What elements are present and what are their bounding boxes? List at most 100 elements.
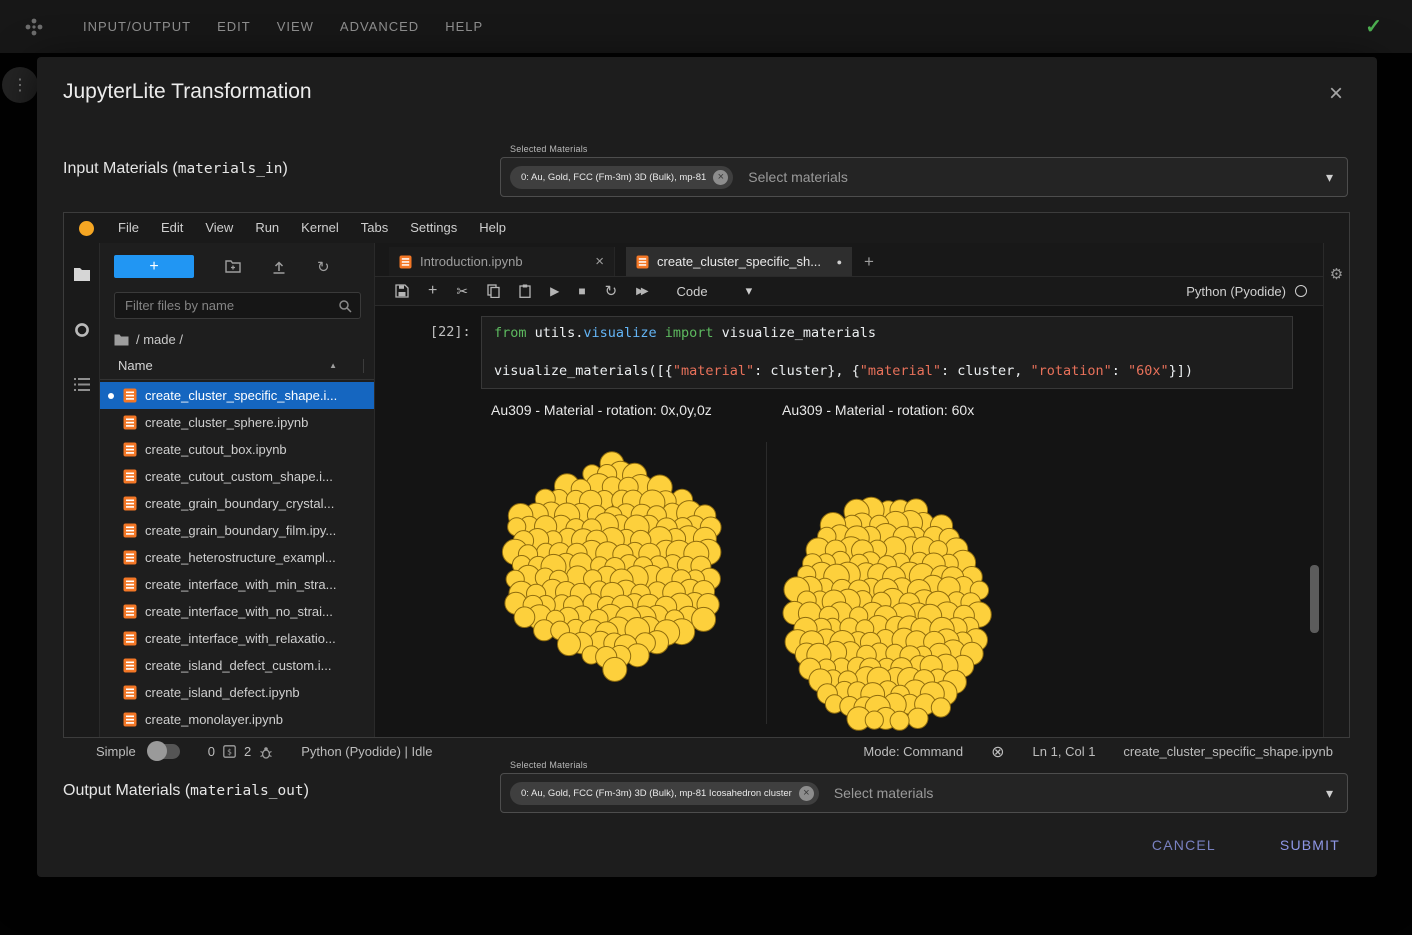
restart-run-all-button[interactable]: ▶▶ [636,286,645,297]
selected-materials-label: Selected Materials [510,760,588,770]
plot-title-left: Au309 - Material - rotation: 0x,0y,0z [491,402,712,418]
file-name: create_heterostructure_exampl... [145,550,336,565]
notebook-file-icon [123,388,137,403]
file-row[interactable]: create_grain_boundary_film.ipy... [100,517,374,544]
file-browser-icon[interactable] [73,267,91,282]
notebook-content[interactable]: [22]: from utils.visualize import visual… [375,306,1323,737]
jupyter-menu-item[interactable]: Edit [150,213,194,243]
jupyter-menu-item[interactable]: Settings [399,213,468,243]
dropdown-caret-icon[interactable]: ▾ [1326,785,1333,802]
cancel-button[interactable]: CANCEL [1144,831,1224,859]
jupyter-menu-item[interactable]: Kernel [290,213,350,243]
open-file-dot [108,393,114,399]
simple-mode-toggle[interactable] [148,744,180,759]
tab-close-icon[interactable]: × [595,253,604,270]
file-row[interactable]: create_interface_with_relaxatio... [100,625,374,652]
cell-type-dropdown[interactable]: Code ▾ [677,283,753,299]
app-menu-item[interactable]: EDIT [204,11,264,42]
file-row[interactable]: create_heterostructure_exampl... [100,544,374,571]
jupyter-menu-item[interactable]: File [107,213,150,243]
cluster-plot-left [475,418,775,718]
material-chip[interactable]: 0: Au, Gold, FCC (Fm-3m) 3D (Bulk), mp-8… [510,782,819,805]
search-icon [338,299,352,313]
table-of-contents-icon[interactable] [74,378,90,391]
app-logo-icon[interactable] [24,17,44,37]
file-row[interactable]: create_grain_boundary_crystal... [100,490,374,517]
output-materials-select[interactable]: Selected Materials 0: Au, Gold, FCC (Fm-… [500,773,1348,813]
jupyter-menubar: FileEditViewRunKernelTabsSettingsHelp [64,213,1349,244]
file-row[interactable]: create_cluster_specific_shape.i... [100,382,374,409]
cut-cells-button[interactable]: ✂ [456,283,468,300]
file-row[interactable]: create_interface_with_no_strai... [100,598,374,625]
dialog-actions: CANCEL SUBMIT [1144,831,1348,859]
breadcrumb-path: / made / [136,332,183,347]
upload-button[interactable] [272,260,286,274]
file-row[interactable]: create_cluster_sphere.ipynb [100,409,374,436]
file-list-header[interactable]: Name ▲ [100,358,374,380]
run-cell-button[interactable]: ▶ [550,284,559,298]
copy-cells-button[interactable] [487,284,500,298]
background-menu-button[interactable]: ⋮ [2,67,38,103]
new-launcher-button[interactable]: + [114,255,194,278]
home-folder-icon[interactable] [114,334,129,346]
file-row[interactable]: create_island_defect_custom.i... [100,652,374,679]
kernel-indicator[interactable]: Python (Pyodide) [1186,284,1307,299]
file-row[interactable]: create_island_defect.ipynb [100,679,374,706]
jupyter-menu-item[interactable]: Run [244,213,290,243]
app-menu-item[interactable]: ADVANCED [327,11,432,42]
new-tab-button[interactable]: + [864,252,874,276]
app-menu-item[interactable]: HELP [432,11,496,42]
new-folder-button[interactable] [225,260,241,273]
file-row[interactable]: create_cutout_custom_shape.i... [100,463,374,490]
kernel-usage[interactable]: 0 $ 2 [208,744,273,759]
app-menu-item[interactable]: VIEW [264,11,327,42]
refresh-button[interactable]: ↻ [317,258,330,276]
notebook-file-icon [123,415,137,430]
name-column-header[interactable]: Name [118,358,153,373]
screen: INPUT/OUTPUTEDITVIEWADVANCEDHELP ✓ ⋮ Jup… [0,0,1412,935]
tab-introduction[interactable]: Introduction.ipynb × [389,247,615,276]
file-browser-toolbar: + ↻ [100,243,374,278]
scrollbar-thumb[interactable] [1310,565,1319,633]
dropdown-caret-icon[interactable]: ▾ [1326,169,1333,186]
unsaved-changes-dot[interactable]: ● [837,257,842,267]
cursor-position[interactable]: Ln 1, Col 1 [1033,744,1096,759]
material-chip-label: 0: Au, Gold, FCC (Fm-3m) 3D (Bulk), mp-8… [521,788,792,799]
save-button[interactable] [395,284,409,298]
notification-icon[interactable]: ⊗ [991,742,1004,762]
dialog-title: JupyterLite Transformation [63,80,312,104]
file-row[interactable]: create_interface_with_min_stra... [100,571,374,598]
file-row[interactable]: create_monolayer.ipynb [100,706,374,733]
input-materials-select[interactable]: Selected Materials 0: Au, Gold, FCC (Fm-… [500,157,1348,197]
terminals-count: 0 [208,744,215,759]
running-kernels-icon[interactable] [74,322,90,338]
sort-ascending-icon[interactable]: ▲ [329,361,337,370]
notebook-file-icon [399,255,412,269]
file-name: create_grain_boundary_crystal... [145,496,334,511]
jupyter-menu-item[interactable]: Tabs [350,213,399,243]
close-icon[interactable]: × [1329,83,1343,105]
code-editor[interactable]: from utils.visualize import visualize_ma… [481,316,1293,389]
jupyterlite-dialog: JupyterLite Transformation × Input Mater… [37,57,1377,877]
paste-cells-button[interactable] [519,284,531,298]
material-chip[interactable]: 0: Au, Gold, FCC (Fm-3m) 3D (Bulk), mp-8… [510,166,733,189]
jupyter-menu: FileEditViewRunKernelTabsSettingsHelp [107,213,517,243]
breadcrumb[interactable]: / made / [114,332,360,347]
restart-kernel-button[interactable]: ↻ [605,282,618,300]
terminal-icon: $ [223,745,236,758]
filter-files-input[interactable] [123,297,338,314]
submit-button[interactable]: SUBMIT [1272,831,1348,859]
gear-icon[interactable]: ⚙ [1330,265,1343,737]
kernel-status-text[interactable]: Python (Pyodide) | Idle [301,744,432,759]
tab-create-cluster-specific-shape[interactable]: create_cluster_specific_sh... ● [626,247,852,276]
chip-remove-icon[interactable]: × [713,170,728,185]
stop-kernel-button[interactable]: ■ [578,284,585,298]
jupyter-menu-item[interactable]: View [194,213,244,243]
output-materials-label: Output Materials (materials_out) [63,782,309,800]
chip-remove-icon[interactable]: × [799,786,814,801]
jupyter-menu-item[interactable]: Help [468,213,517,243]
file-name: create_monolayer.ipynb [145,712,283,727]
file-row[interactable]: create_cutout_box.ipynb [100,436,374,463]
app-menu-item[interactable]: INPUT/OUTPUT [70,11,204,42]
insert-cell-button[interactable]: + [428,282,437,300]
